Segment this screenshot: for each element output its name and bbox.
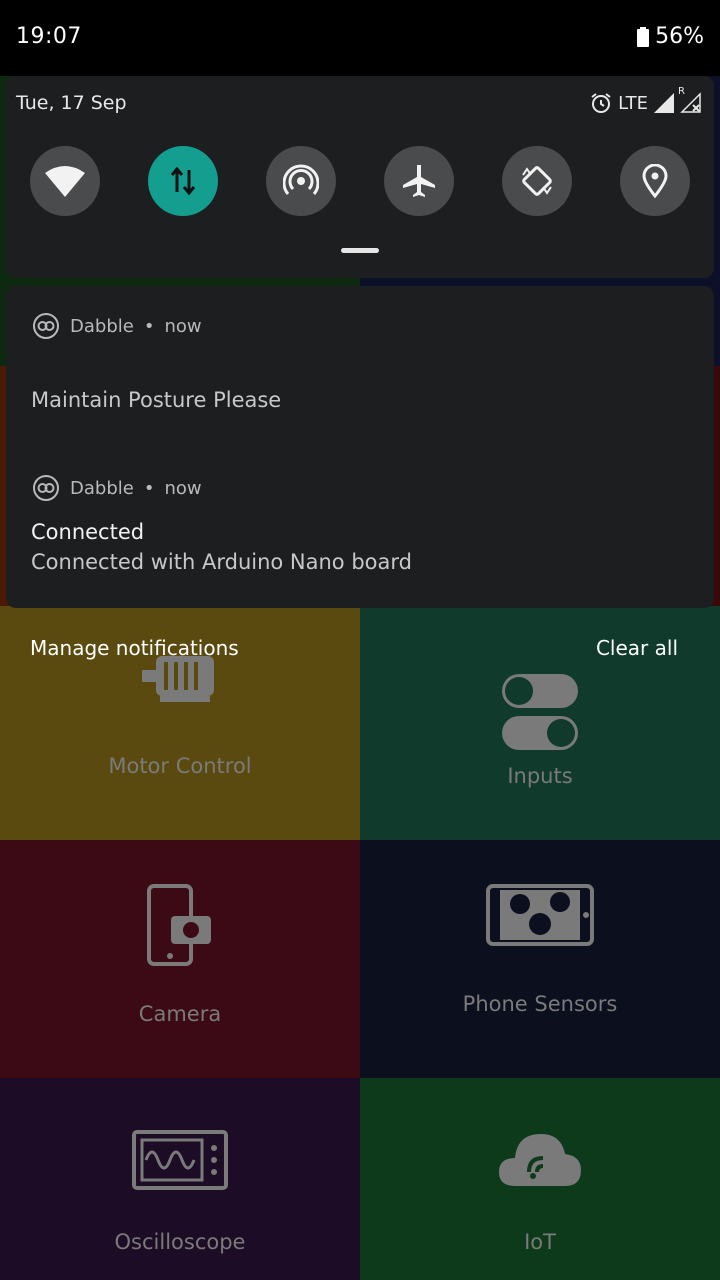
iot-cloud-icon [499, 1134, 581, 1186]
camera-tile[interactable]: Camera [0, 840, 360, 1078]
dabble-app-icon [33, 313, 59, 339]
dabble-app-icon [33, 475, 59, 501]
notification-app-name: Dabble [70, 315, 134, 337]
airplane-icon [403, 165, 435, 197]
notification-header: Dabble • now [32, 474, 202, 502]
mobile-data-icon [170, 166, 196, 196]
phone-sensors-tile[interactable]: Phone Sensors [360, 840, 720, 1078]
separator-dot: • [143, 315, 155, 337]
status-time: 19:07 [16, 24, 82, 49]
location-icon [642, 164, 668, 198]
phone-sensors-icon [486, 884, 594, 946]
battery-icon [637, 26, 650, 47]
inputs-label: Inputs [507, 764, 573, 788]
motor-control-label: Motor Control [108, 754, 252, 778]
camera-phone-icon [147, 884, 211, 966]
manage-notifications-button[interactable]: Manage notifications [30, 636, 239, 660]
camera-label: Camera [138, 1002, 222, 1026]
notification-posture[interactable]: Dabble • now Maintain Posture Please [6, 286, 714, 446]
iot-label: IoT [524, 1230, 556, 1254]
network-type: LTE [618, 92, 648, 114]
oscilloscope-icon [132, 1130, 228, 1190]
signal-icon [654, 93, 674, 113]
notification-text: Connected with Arduino Nano board [31, 550, 412, 574]
phone-sensors-label: Phone Sensors [462, 992, 618, 1016]
clear-all-button[interactable]: Clear all [596, 636, 678, 660]
mobile-data-tile[interactable] [148, 146, 218, 216]
notification-connected[interactable]: Dabble • now Connected Connected with Ar… [6, 448, 714, 608]
notification-header: Dabble • now [32, 312, 202, 340]
status-bar: 19:07 56% [0, 0, 720, 76]
qs-date[interactable]: Tue, 17 Sep [16, 92, 127, 114]
notification-card: Dabble • now Maintain Posture Please Dab… [6, 286, 714, 608]
toggle-switches-icon [502, 674, 578, 750]
hotspot-icon [283, 164, 319, 195]
auto-rotate-tile[interactable] [502, 146, 572, 216]
alarm-icon [591, 93, 611, 113]
roaming-label: R [678, 86, 685, 97]
notification-title: Connected [31, 520, 145, 544]
wifi-tile[interactable] [30, 146, 100, 216]
separator-dot: • [143, 477, 155, 499]
wifi-icon [45, 166, 85, 197]
airplane-mode-tile[interactable] [384, 146, 454, 216]
battery-percentage: 56% [655, 24, 704, 49]
notification-time: now [164, 315, 202, 337]
oscilloscope-tile[interactable]: Oscilloscope [0, 1078, 360, 1280]
quick-settings-panel: Tue, 17 Sep LTE R [6, 76, 714, 278]
qs-status-icons: LTE R [590, 86, 702, 114]
roaming-signal: R [678, 86, 702, 114]
location-tile[interactable] [620, 146, 690, 216]
notification-time: now [164, 477, 202, 499]
battery-indicator: 56% [637, 24, 704, 49]
auto-rotate-icon [522, 166, 552, 196]
oscilloscope-label: Oscilloscope [114, 1230, 246, 1254]
notification-text: Maintain Posture Please [31, 388, 282, 412]
qs-expand-handle[interactable] [341, 248, 379, 253]
hotspot-tile[interactable] [266, 146, 336, 216]
iot-tile[interactable]: IoT [360, 1078, 720, 1280]
notification-app-name: Dabble [70, 477, 134, 499]
